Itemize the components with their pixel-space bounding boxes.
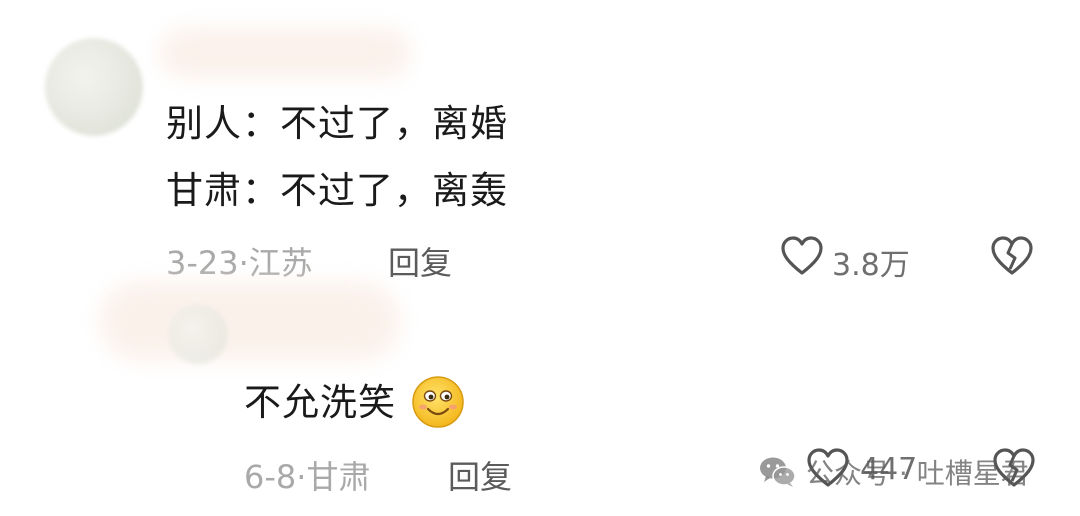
comment-location: 甘肃 — [306, 458, 371, 496]
comment-meta: 3-23·江苏 — [166, 238, 313, 284]
watermark: 公众号 · 吐槽星君 — [758, 452, 1029, 492]
username[interactable] — [160, 28, 410, 78]
username[interactable] — [100, 282, 400, 360]
comment-text-line-1: 别人：不过了，离婚 — [166, 102, 508, 145]
comment-location: 江苏 — [248, 244, 313, 282]
comment-text: 不允洗笑 — [244, 381, 396, 424]
comment-text-line-2: 甘肃：不过了，离轰 — [166, 169, 508, 212]
dislike-icon[interactable] — [990, 236, 1034, 276]
comment-date: 3-23 — [166, 244, 239, 282]
meta-separator: · — [296, 458, 307, 496]
like-count: 3.8万 — [832, 248, 910, 283]
avatar[interactable] — [168, 304, 228, 364]
wechat-icon — [758, 455, 798, 489]
reply-button[interactable]: 回复 — [448, 452, 512, 498]
meta-separator: · — [238, 244, 249, 282]
like-icon[interactable] — [780, 236, 824, 276]
reply-button[interactable]: 回复 — [388, 238, 452, 284]
avatar[interactable] — [45, 38, 143, 136]
comment-meta: 6-8·甘肃 — [244, 452, 370, 498]
watermark-text: 公众号 · 吐槽星君 — [806, 457, 1029, 490]
comment-date: 6-8 — [244, 458, 297, 496]
smile-emoji-icon — [410, 374, 466, 430]
